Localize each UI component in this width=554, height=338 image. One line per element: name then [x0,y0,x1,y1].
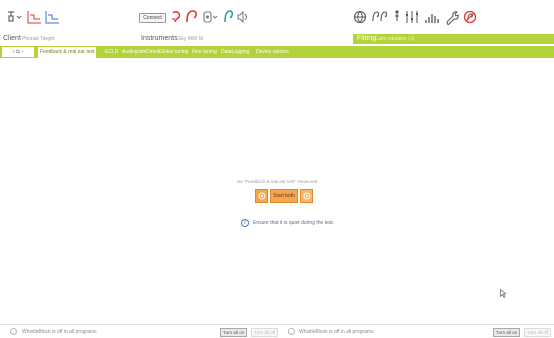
start-both-button[interactable]: Start both [270,189,298,203]
tab-bar: ‹ ⇆ › Feedback & real ear test ECLD Audi… [0,46,554,58]
connect-button[interactable]: Connect [139,13,166,23]
bottom-bar: WhistleBlock is off in all programs Turn… [0,324,554,338]
info-bar-right: Fitting Calm situation (1) [353,34,554,44]
tab-fine-tuning[interactable]: Fine tuning [190,46,219,58]
mouse-cursor-icon [500,285,507,303]
whistleblock-icon [288,328,295,335]
person-icon[interactable] [392,9,402,25]
tab-audiogramdirect[interactable]: AudiogramDirect [120,46,161,58]
whistleblock-status-text: WhistleBlock is off in all programs [299,329,374,335]
info-bar: Client Phonak Target Instruments Sky M90… [0,34,554,44]
hearing-aid-red-icon[interactable] [170,10,182,24]
globe-icon[interactable] [353,9,367,25]
audiogram-right-icon[interactable] [44,10,60,24]
main-panel: No "Feedback & real ear test" measured S… [0,58,554,324]
client-value: Phonak Target [22,36,55,42]
tab-global-tuning[interactable]: Global tuning [157,46,190,58]
audiogram-left-icon[interactable] [26,10,42,24]
turn-all-off-button[interactable]: Turn all off [524,328,552,337]
turn-all-off-button[interactable]: Turn all off [251,328,279,337]
hearing-aid-device-icon[interactable] [6,10,22,24]
bottom-bar-left: WhistleBlock is off in all programs Turn… [0,325,283,338]
bottom-bar-right: WhistleBlock is off in all programs Turn… [283,325,554,338]
start-button-group: Start both [255,189,313,203]
turn-all-on-button[interactable]: Turn all on [220,328,248,337]
turn-all-on-button[interactable]: Turn all on [493,328,521,337]
info-icon: i [241,219,249,227]
sound-waves-icon[interactable] [236,10,248,24]
tab-feedback-real-ear-test[interactable]: Feedback & real ear test [38,47,97,58]
ear-teal-icon[interactable] [222,9,234,25]
tab-ecld[interactable]: ECLD [103,46,120,58]
client-label: Client [3,35,21,42]
measurement-status-message: No "Feedback & real ear test" measured [236,179,318,184]
whistleblock-icon [10,328,17,335]
tab-datalogging[interactable]: DataLogging [219,46,251,58]
instruments-label: Instruments [141,35,178,42]
quiet-notice: i Ensure that it is quiet during the tes… [241,218,334,228]
speaker-device-icon[interactable] [202,10,218,24]
fitting-value: Calm situation (1) [375,36,415,42]
instruments-value: Sky M90 M [178,36,204,42]
fitting-label: Fitting [357,35,377,42]
start-options-icon[interactable] [300,189,313,203]
bar-levels-icon[interactable] [424,9,440,25]
info-bar-left: Client Phonak Target Instruments Sky M90… [0,34,353,44]
sliders-icon[interactable] [404,9,420,25]
top-toolbar: Connect [0,0,554,34]
ears-icon[interactable] [370,9,388,25]
ear-red-icon[interactable] [184,9,198,25]
quiet-notice-text: Ensure that it is quiet during the test. [253,220,335,226]
no-hearing-icon[interactable] [463,9,477,25]
tab-navigation[interactable]: ‹ ⇆ › [2,47,34,57]
tab-device-options[interactable]: Device options [254,46,291,58]
whistleblock-status-text: WhistleBlock is off in all programs [22,329,97,335]
stop-icon[interactable] [255,189,268,203]
wrench-icon[interactable] [444,9,460,25]
